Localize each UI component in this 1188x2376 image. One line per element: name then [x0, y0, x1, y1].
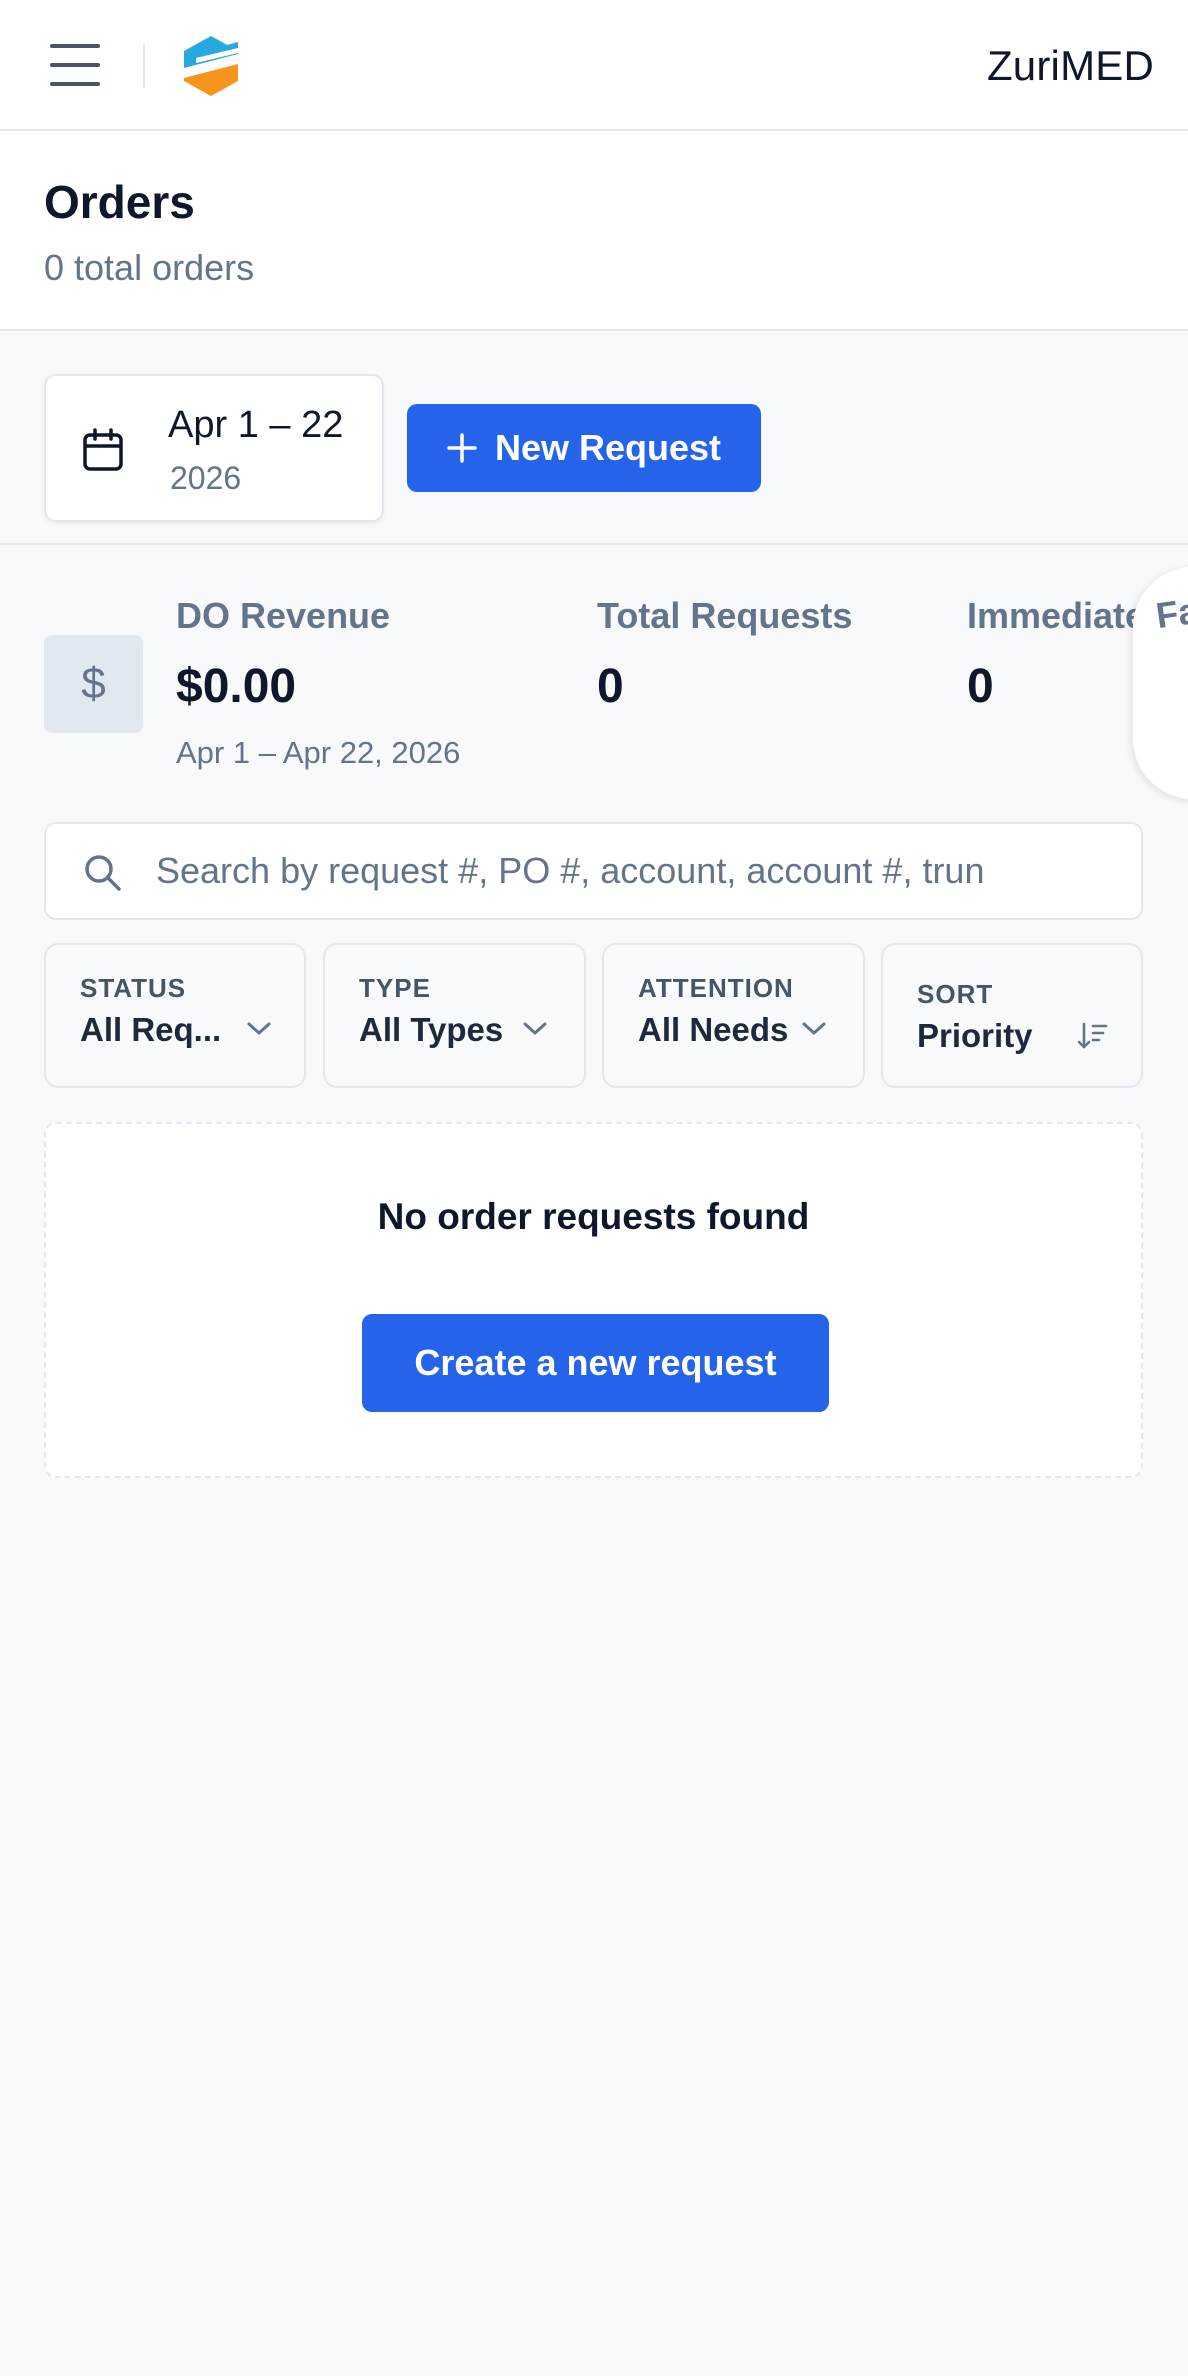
plus-icon: [447, 433, 477, 463]
new-request-label: New Request: [494, 427, 722, 468]
new-request-button[interactable]: New Request: [407, 404, 761, 492]
date-range-label: Apr 1 – 22: [168, 404, 344, 446]
search-input[interactable]: [156, 826, 1126, 916]
page-title: Orders: [44, 176, 195, 228]
zurimed-logo-icon[interactable]: [182, 34, 240, 98]
toolbar: Apr 1 – 22 2026 New Request: [0, 331, 1188, 545]
sort-descending-icon: [1077, 1022, 1108, 1049]
attention-filter[interactable]: ATTENTION All Needs: [602, 943, 865, 1088]
chevron-down-icon: [523, 1022, 547, 1035]
dollar-icon: $: [44, 635, 143, 733]
sort-filter-label: SORT: [917, 979, 994, 1009]
attention-filter-label: ATTENTION: [638, 973, 794, 1003]
date-range-year: 2026: [170, 460, 242, 496]
total-orders-count: 0 total orders: [44, 247, 255, 288]
total-requests-value: 0: [597, 660, 624, 713]
empty-state-title: No order requests found: [377, 1196, 810, 1237]
top-bar: ZuriMED: [0, 0, 1188, 131]
status-filter-label: STATUS: [80, 973, 187, 1003]
immediate-label: Immediate: [967, 595, 1146, 636]
chevron-down-icon: [802, 1022, 826, 1035]
sort-filter-value: Priority: [917, 1017, 1033, 1054]
stats-row: $ DO Revenue $0.00 Apr 1 – Apr 22, 2026 …: [0, 545, 1188, 805]
type-filter-label: TYPE: [359, 973, 431, 1003]
total-requests-label: Total Requests: [597, 595, 853, 636]
revenue-value: $0.00: [176, 660, 297, 713]
hamburger-menu-icon[interactable]: [50, 42, 102, 88]
sort-filter[interactable]: SORT Priority: [881, 943, 1143, 1088]
chevron-down-icon: [247, 1022, 271, 1035]
calendar-icon: [83, 428, 123, 471]
attention-filter-value: All Needs: [638, 1011, 789, 1048]
date-range-picker[interactable]: Apr 1 – 22 2026: [44, 374, 384, 522]
revenue-label: DO Revenue: [176, 595, 391, 636]
status-filter[interactable]: STATUS All Req...: [44, 943, 306, 1088]
brand-name: ZuriMED: [986, 42, 1154, 89]
create-request-button[interactable]: Create a new request: [362, 1314, 829, 1412]
revenue-date-range: Apr 1 – Apr 22, 2026: [176, 735, 461, 770]
empty-state: No order requests found Create a new req…: [44, 1122, 1143, 1478]
page-header: Orders 0 total orders: [0, 131, 1188, 331]
type-filter[interactable]: TYPE All Types: [323, 943, 586, 1088]
immediate-value: 0: [967, 660, 994, 713]
status-filter-value: All Req...: [80, 1011, 222, 1048]
type-filter-value: All Types: [359, 1011, 504, 1048]
search-box: [44, 822, 1143, 920]
header-divider: [143, 44, 145, 88]
search-icon: [85, 855, 121, 891]
